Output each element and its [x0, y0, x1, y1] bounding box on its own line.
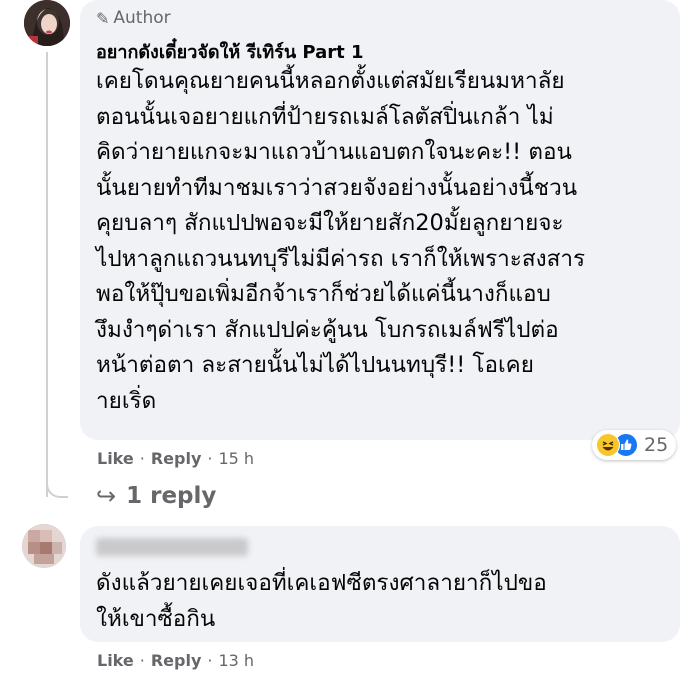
comment-line: ตอนนั้นเจอยายแกที่ป้ายรถเมล์โลตัสปิ่นเกล… — [96, 103, 554, 130]
comment-actions: Like · Reply · 15 h — [97, 449, 254, 468]
comment-line: เคยโดนคุณยายคนนี้หลอกตั้งแต่สมัยเรียนมหา… — [96, 68, 565, 94]
commenter-avatar[interactable] — [22, 524, 66, 568]
timestamp[interactable]: 15 h — [218, 449, 254, 468]
separator-dot: · — [139, 651, 145, 670]
avatar-photo-icon — [24, 0, 70, 46]
comment-text: ดังแล้วยายเคยเจอที่เคเอฟซีตรงศาลายาก็ไปข… — [96, 566, 671, 637]
like-button[interactable]: Like — [97, 449, 134, 468]
comment-line: ให้เขาซื้อกิน — [96, 605, 216, 632]
haha-reaction-icon — [596, 433, 620, 457]
comment-line: พอให้ปุ๊บขอเพิ่มอีกจ้าเราก็ช่วยได้แค่นี้… — [96, 281, 551, 307]
author-badge-label: Author — [113, 8, 171, 28]
comment-line: ไปหาลูกแถวนนทบุรีไม่มีค่ารถ เราก็ให้เพรา… — [96, 245, 586, 272]
commenter-name[interactable]: อยากดังเดี๋ยวจัดให้ รีเทิร์น Part 1 — [96, 37, 364, 66]
separator-dot: · — [207, 449, 213, 468]
comment-line: นั้นยายทำทีมาชมเราว่าสวยจังอย่างนั้นอย่า… — [96, 174, 578, 201]
comment-line: ายเริ่ด — [96, 387, 157, 414]
reply-arrow-icon: ↪ — [96, 482, 117, 510]
thread-connector — [46, 470, 68, 498]
commenter-name-blurred[interactable] — [96, 538, 248, 556]
comment-line: งึมงำๆด่าเรา สักแปปค่ะคู้นน โบกรถเมล์ฟรี… — [96, 316, 559, 343]
reply-button[interactable]: Reply — [151, 449, 202, 468]
replies-count-label: 1 reply — [126, 483, 217, 509]
pencil-icon: ✎ — [96, 8, 110, 28]
timestamp[interactable]: 13 h — [218, 651, 254, 670]
reaction-count: 25 — [644, 434, 669, 456]
view-replies-link[interactable]: ↪ 1 reply — [96, 482, 216, 510]
thread-line — [46, 52, 48, 497]
author-badge: ✎ Author — [96, 8, 171, 28]
comment-line: คุยบลาๆ สักแปปพอจะมีให้ยายสัก20มั้ยลูกยา… — [96, 210, 564, 236]
separator-dot: · — [139, 449, 145, 468]
comment-actions: Like · Reply · 13 h — [97, 651, 254, 670]
comment-line: คิดว่ายายแกจะมาแถวบ้านแอบตกใจนะคะ!! ตอน — [96, 139, 572, 165]
avatar-photo-icon — [22, 524, 66, 568]
comment-line: ดังแล้วยายเคยเจอที่เคเอฟซีตรงศาลายาก็ไปข… — [96, 570, 547, 596]
comment-text: เคยโดนคุณยายคนนี้หลอกตั้งแต่สมัยเรียนมหา… — [96, 64, 671, 419]
reaction-summary[interactable]: 25 — [592, 430, 677, 460]
reply-button[interactable]: Reply — [151, 651, 202, 670]
comment-line: หน้าต่อตา ละสายนั้นไม่ได้ไปนนทบุรี!! โอเ… — [96, 352, 534, 378]
commenter-avatar[interactable] — [24, 0, 70, 46]
like-button[interactable]: Like — [97, 651, 134, 670]
separator-dot: · — [207, 651, 213, 670]
